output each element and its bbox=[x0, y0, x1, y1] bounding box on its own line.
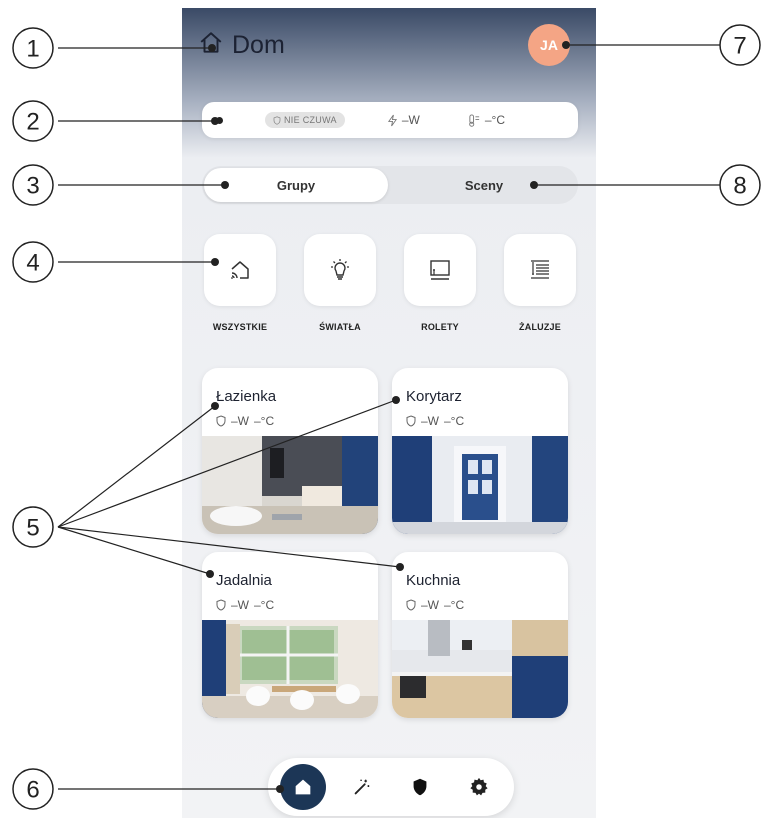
callout-4-label: 4 bbox=[26, 250, 39, 277]
callout-2-label: 2 bbox=[26, 109, 39, 136]
callout-overlay: 1 2 3 4 5 6 7 8 bbox=[12, 24, 761, 810]
callout-6-label: 6 bbox=[26, 777, 39, 804]
callout-1-label: 1 bbox=[26, 36, 39, 63]
callout-5-label: 5 bbox=[26, 515, 39, 542]
callout-3-label: 3 bbox=[26, 173, 39, 200]
callout-8-label: 8 bbox=[733, 173, 746, 200]
callout-7-label: 7 bbox=[733, 33, 746, 60]
